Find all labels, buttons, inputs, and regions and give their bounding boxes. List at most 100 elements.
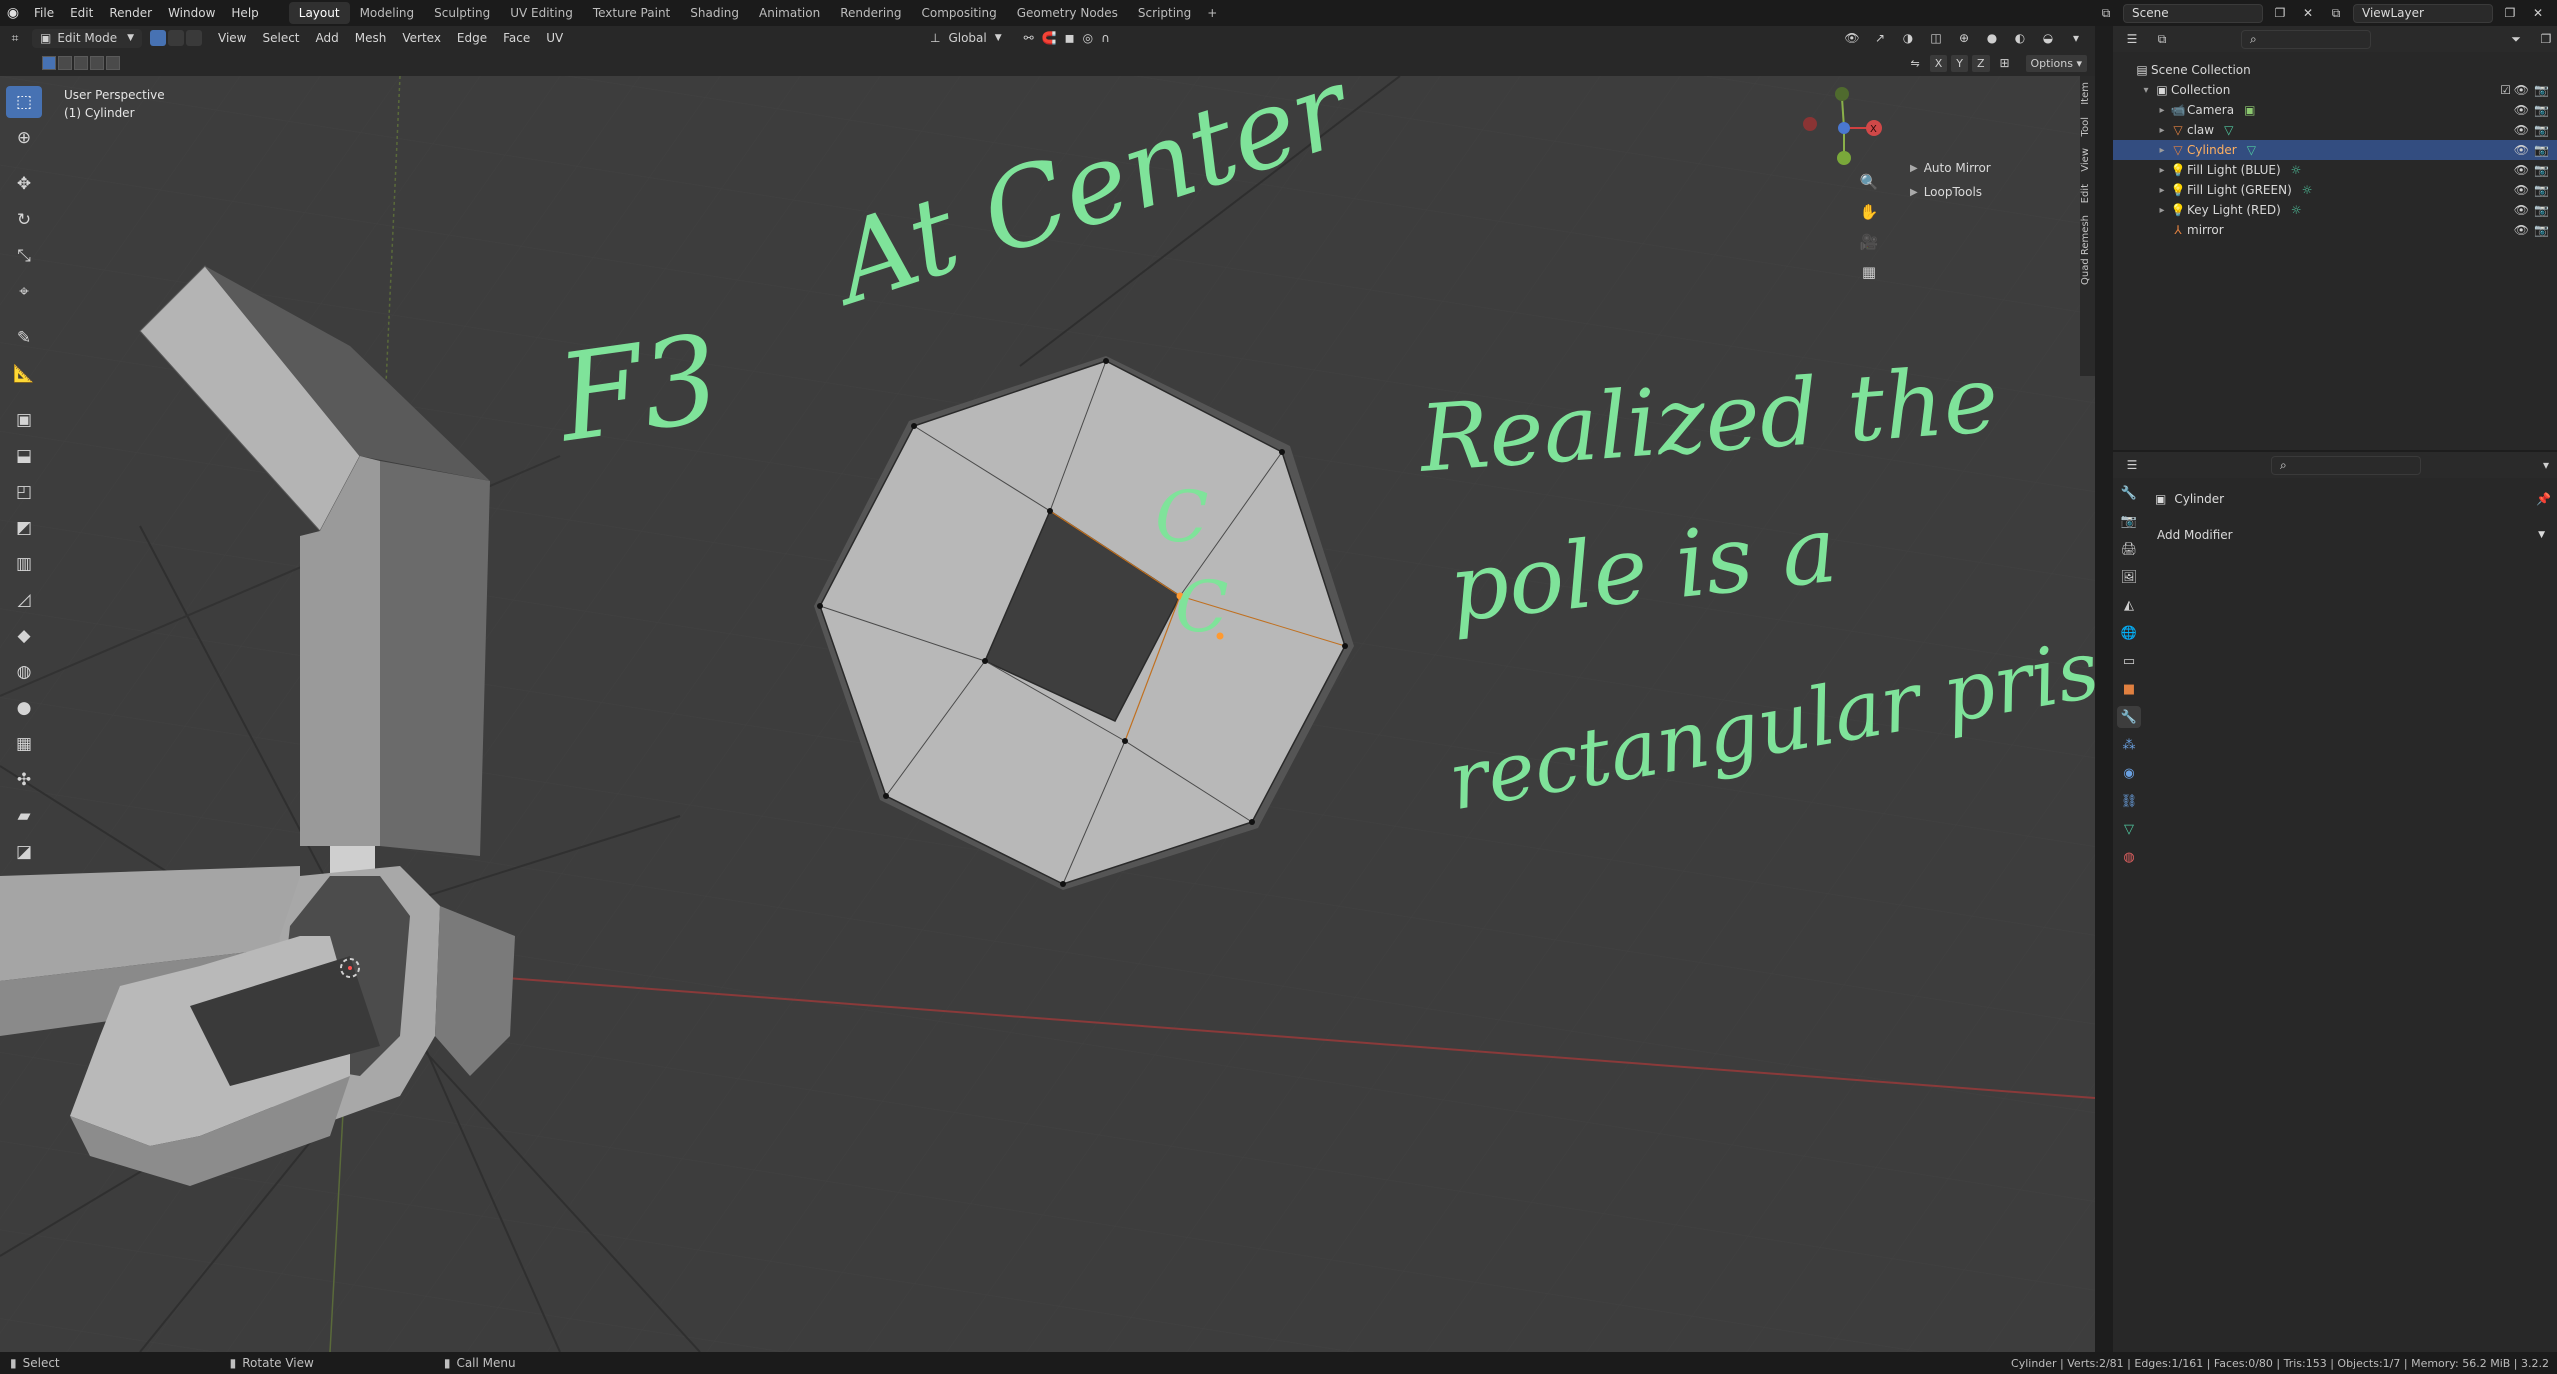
outliner-search-input[interactable]: ⌕	[2241, 29, 2371, 49]
poly-build-tool-icon[interactable]: ◆	[6, 620, 42, 652]
menu-uv[interactable]: UV	[538, 31, 571, 45]
menu-vertex[interactable]: Vertex	[394, 31, 449, 45]
scene-icon[interactable]: ⧉	[2095, 4, 2117, 23]
menu-render[interactable]: Render	[101, 6, 160, 20]
expand-icon[interactable]: ▸	[2155, 185, 2169, 196]
annotate-tool-icon[interactable]: ✎	[6, 322, 42, 354]
rotate-tool-icon[interactable]: ↻	[6, 204, 42, 236]
smooth-tool-icon[interactable]: ●	[6, 692, 42, 724]
tab-uv-editing[interactable]: UV Editing	[500, 2, 583, 24]
blender-logo-icon[interactable]: ◉	[0, 0, 26, 26]
edge-slide-tool-icon[interactable]: ▦	[6, 728, 42, 760]
measure-tool-icon[interactable]: 📐	[6, 358, 42, 390]
tab-item[interactable]: Item	[2080, 76, 2091, 111]
menu-help[interactable]: Help	[223, 6, 266, 20]
copy-viewlayer-icon[interactable]: ❐	[2499, 4, 2521, 23]
visibility-icon[interactable]: 👁	[1841, 29, 1863, 48]
falloff-icon[interactable]: ∩	[1101, 31, 1110, 45]
rendered-shading-icon[interactable]: ◒	[2037, 29, 2059, 48]
constraints-tab-icon[interactable]: ⛓	[2117, 790, 2141, 812]
panel-auto-mirror[interactable]: ▶ Auto Mirror	[1902, 156, 2078, 180]
tab-texture-paint[interactable]: Texture Paint	[583, 2, 680, 24]
output-tab-icon[interactable]: 🖨	[2117, 538, 2141, 560]
menu-select[interactable]: Select	[254, 31, 307, 45]
tab-edit[interactable]: Edit	[2080, 178, 2091, 209]
solid-shading-icon[interactable]: ●	[1981, 29, 2003, 48]
tab-compositing[interactable]: Compositing	[911, 2, 1006, 24]
physics-tab-icon[interactable]: ◉	[2117, 762, 2141, 784]
eye-icon[interactable]: 👁	[2514, 123, 2529, 137]
outliner-item-cylinder[interactable]: ▸ ▽ Cylinder ▽ 👁 📷	[2113, 140, 2557, 160]
expand-icon[interactable]: ▸	[2155, 205, 2169, 216]
tab-scripting[interactable]: Scripting	[1128, 2, 1201, 24]
tab-shading[interactable]: Shading	[680, 2, 749, 24]
snap-icon[interactable]: 🧲	[1042, 31, 1057, 45]
render-tab-icon[interactable]: 📷	[2117, 510, 2141, 532]
shading-options-icon[interactable]: ▾	[2065, 29, 2087, 48]
collection-row[interactable]: ▾ ▣ Collection ☑ 👁 📷	[2113, 80, 2557, 100]
eye-icon[interactable]: 👁	[2514, 143, 2529, 157]
pivot-icon[interactable]: ⚯	[1024, 31, 1034, 45]
shear-tool-icon[interactable]: ▰	[6, 800, 42, 832]
close-scene-icon[interactable]: ✕	[2297, 4, 2319, 23]
menu-file[interactable]: File	[26, 6, 62, 20]
add-modifier-button[interactable]: Add Modifier ▼	[2151, 524, 2551, 546]
checkbox-icon[interactable]: ☑	[2500, 83, 2511, 97]
material-tab-icon[interactable]: ◍	[2117, 846, 2141, 868]
select-box-tool-icon[interactable]: ⬚	[6, 86, 42, 118]
camera-render-icon[interactable]: 📷	[2534, 103, 2549, 117]
tab-rendering[interactable]: Rendering	[830, 2, 911, 24]
select-intersect-icon[interactable]	[106, 56, 120, 70]
camera-render-icon[interactable]: 📷	[2534, 143, 2549, 157]
scene-tab-icon[interactable]: ◭	[2117, 594, 2141, 616]
outliner-item-key-light-red[interactable]: ▸ 💡 Key Light (RED) ☼ 👁 📷	[2113, 200, 2557, 220]
tab-geometry-nodes[interactable]: Geometry Nodes	[1007, 2, 1128, 24]
chevron-down-icon[interactable]: ▾	[2535, 456, 2557, 475]
select-new-icon[interactable]	[42, 56, 56, 70]
filter-icon[interactable]: ⏷	[2505, 30, 2527, 49]
cursor-tool-icon[interactable]: ⊕	[6, 122, 42, 154]
orientation-selector[interactable]: Global	[948, 31, 986, 45]
menu-edit[interactable]: Edit	[62, 6, 101, 20]
gizmo-icon[interactable]: ↗	[1869, 29, 1891, 48]
3d-viewport[interactable]: X F3 At Center Realized the pole is a re…	[0, 76, 2095, 1352]
axis-y-button[interactable]: Y	[1951, 54, 1968, 72]
mesh-data-tab-icon[interactable]: ▽	[2117, 818, 2141, 840]
menu-edge[interactable]: Edge	[449, 31, 495, 45]
editor-type-icon[interactable]: ⌗	[4, 29, 26, 48]
outliner-item-camera[interactable]: ▸ 📹 Camera ▣ 👁 📷	[2113, 100, 2557, 120]
camera-render-icon[interactable]: 📷	[2534, 163, 2549, 177]
expand-icon[interactable]: ▸	[2155, 105, 2169, 116]
ortho-grid-icon[interactable]: ▦	[1855, 258, 1883, 286]
inset-tool-icon[interactable]: ◰	[6, 476, 42, 508]
outliner-item-fill-light-blue[interactable]: ▸ 💡 Fill Light (BLUE) ☼ 👁 📷	[2113, 160, 2557, 180]
extrude-tool-icon[interactable]: ⬓	[6, 440, 42, 472]
loop-cut-tool-icon[interactable]: ▥	[6, 548, 42, 580]
world-tab-icon[interactable]: 🌐	[2117, 622, 2141, 644]
select-extend-icon[interactable]	[58, 56, 72, 70]
knife-tool-icon[interactable]: ◿	[6, 584, 42, 616]
expand-icon[interactable]: ▸	[2155, 125, 2169, 136]
face-select-icon[interactable]	[186, 30, 202, 46]
eye-icon[interactable]: 👁	[2514, 203, 2529, 217]
tab-quad-remesh[interactable]: Quad Remesh	[2080, 209, 2091, 291]
topology-mirror-icon[interactable]: ⊞	[1994, 54, 2016, 73]
options-button[interactable]: Options ▾	[2025, 54, 2087, 72]
scene-collection-row[interactable]: ▤ Scene Collection	[2113, 60, 2557, 80]
tab-sculpting[interactable]: Sculpting	[424, 2, 500, 24]
menu-face[interactable]: Face	[495, 31, 538, 45]
axis-z-button[interactable]: Z	[1971, 54, 1990, 72]
transform-tool-icon[interactable]: ⌖	[6, 276, 42, 308]
tab-view[interactable]: View	[2080, 142, 2091, 178]
wireframe-shading-icon[interactable]: ⊕	[1953, 29, 1975, 48]
new-collection-icon[interactable]: ❐	[2535, 30, 2557, 49]
copy-scene-icon[interactable]: ❐	[2269, 4, 2291, 23]
scale-tool-icon[interactable]: ⤡	[6, 240, 42, 272]
expand-icon[interactable]: ▸	[2155, 145, 2169, 156]
expand-icon[interactable]: ▸	[2155, 165, 2169, 176]
collection-tab-icon[interactable]: ▭	[2117, 650, 2141, 672]
move-tool-icon[interactable]: ✥	[6, 168, 42, 200]
tool-tab-icon[interactable]: 🔧	[2117, 482, 2141, 504]
tab-animation[interactable]: Animation	[749, 2, 830, 24]
zoom-icon[interactable]: 🔍	[1855, 168, 1883, 196]
